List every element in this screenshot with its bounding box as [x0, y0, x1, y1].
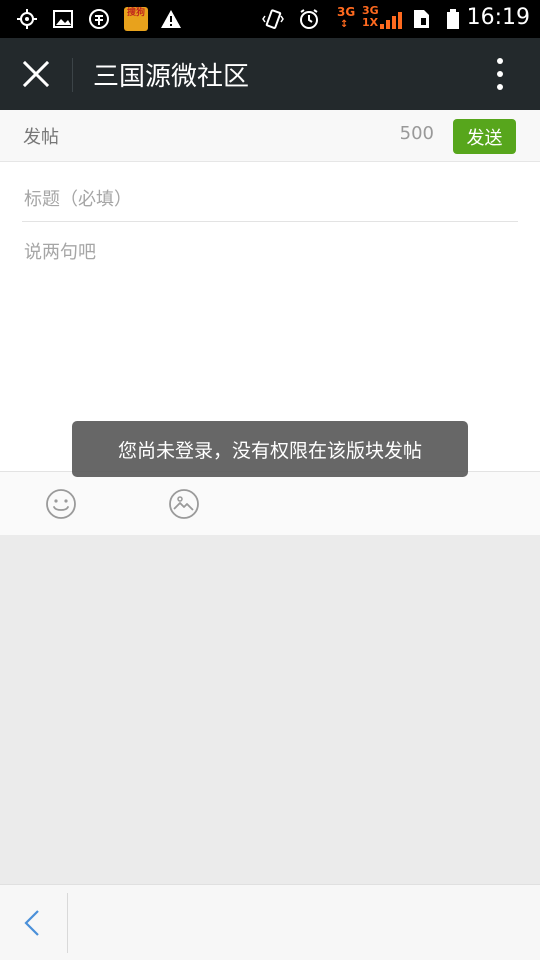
image-icon [53, 10, 73, 28]
char-counter: 500 [399, 123, 434, 144]
bottom-separator [67, 893, 68, 953]
bottom-bar [0, 884, 540, 960]
page-title: 三国源微社区 [93, 62, 250, 92]
sogou-app-icon: 搜狗 [124, 7, 148, 31]
sogou-badge-label: 搜狗 [126, 8, 145, 18]
send-button[interactable]: 发送 [453, 119, 516, 154]
composer-toolbar [0, 471, 540, 535]
body-input[interactable] [22, 238, 518, 438]
post-header-label: 发帖 [23, 127, 59, 148]
clock: 16:19 [466, 5, 530, 30]
app-icon [89, 9, 109, 29]
title-divider [72, 58, 73, 92]
data-arrows-1: ↕ [340, 19, 349, 30]
network-type-3: 1X [362, 16, 379, 29]
back-chevron-icon[interactable] [14, 903, 50, 943]
emoji-icon[interactable] [45, 488, 77, 520]
alarm-icon [300, 9, 318, 29]
close-icon[interactable] [14, 52, 58, 96]
more-options-icon[interactable] [482, 54, 518, 94]
title-input[interactable] [22, 178, 518, 222]
sim-icon [414, 10, 429, 28]
gps-icon [17, 9, 37, 29]
battery-icon [447, 9, 459, 29]
vibrate-icon [262, 9, 284, 29]
post-header: 发帖 500 发送 [0, 110, 540, 162]
warning-icon [161, 10, 181, 28]
image-picker-icon[interactable] [168, 488, 200, 520]
status-bar: 搜狗 3G ↕ 3G 1X 16:19 [0, 0, 540, 38]
permission-toast: 您尚未登录，没有权限在该版块发帖 [72, 421, 468, 477]
network-type-2: 3G [362, 4, 379, 17]
signal-icon [380, 12, 402, 29]
network-type-1: 3G [337, 5, 356, 19]
title-bar: 三国源微社区 [0, 38, 540, 110]
